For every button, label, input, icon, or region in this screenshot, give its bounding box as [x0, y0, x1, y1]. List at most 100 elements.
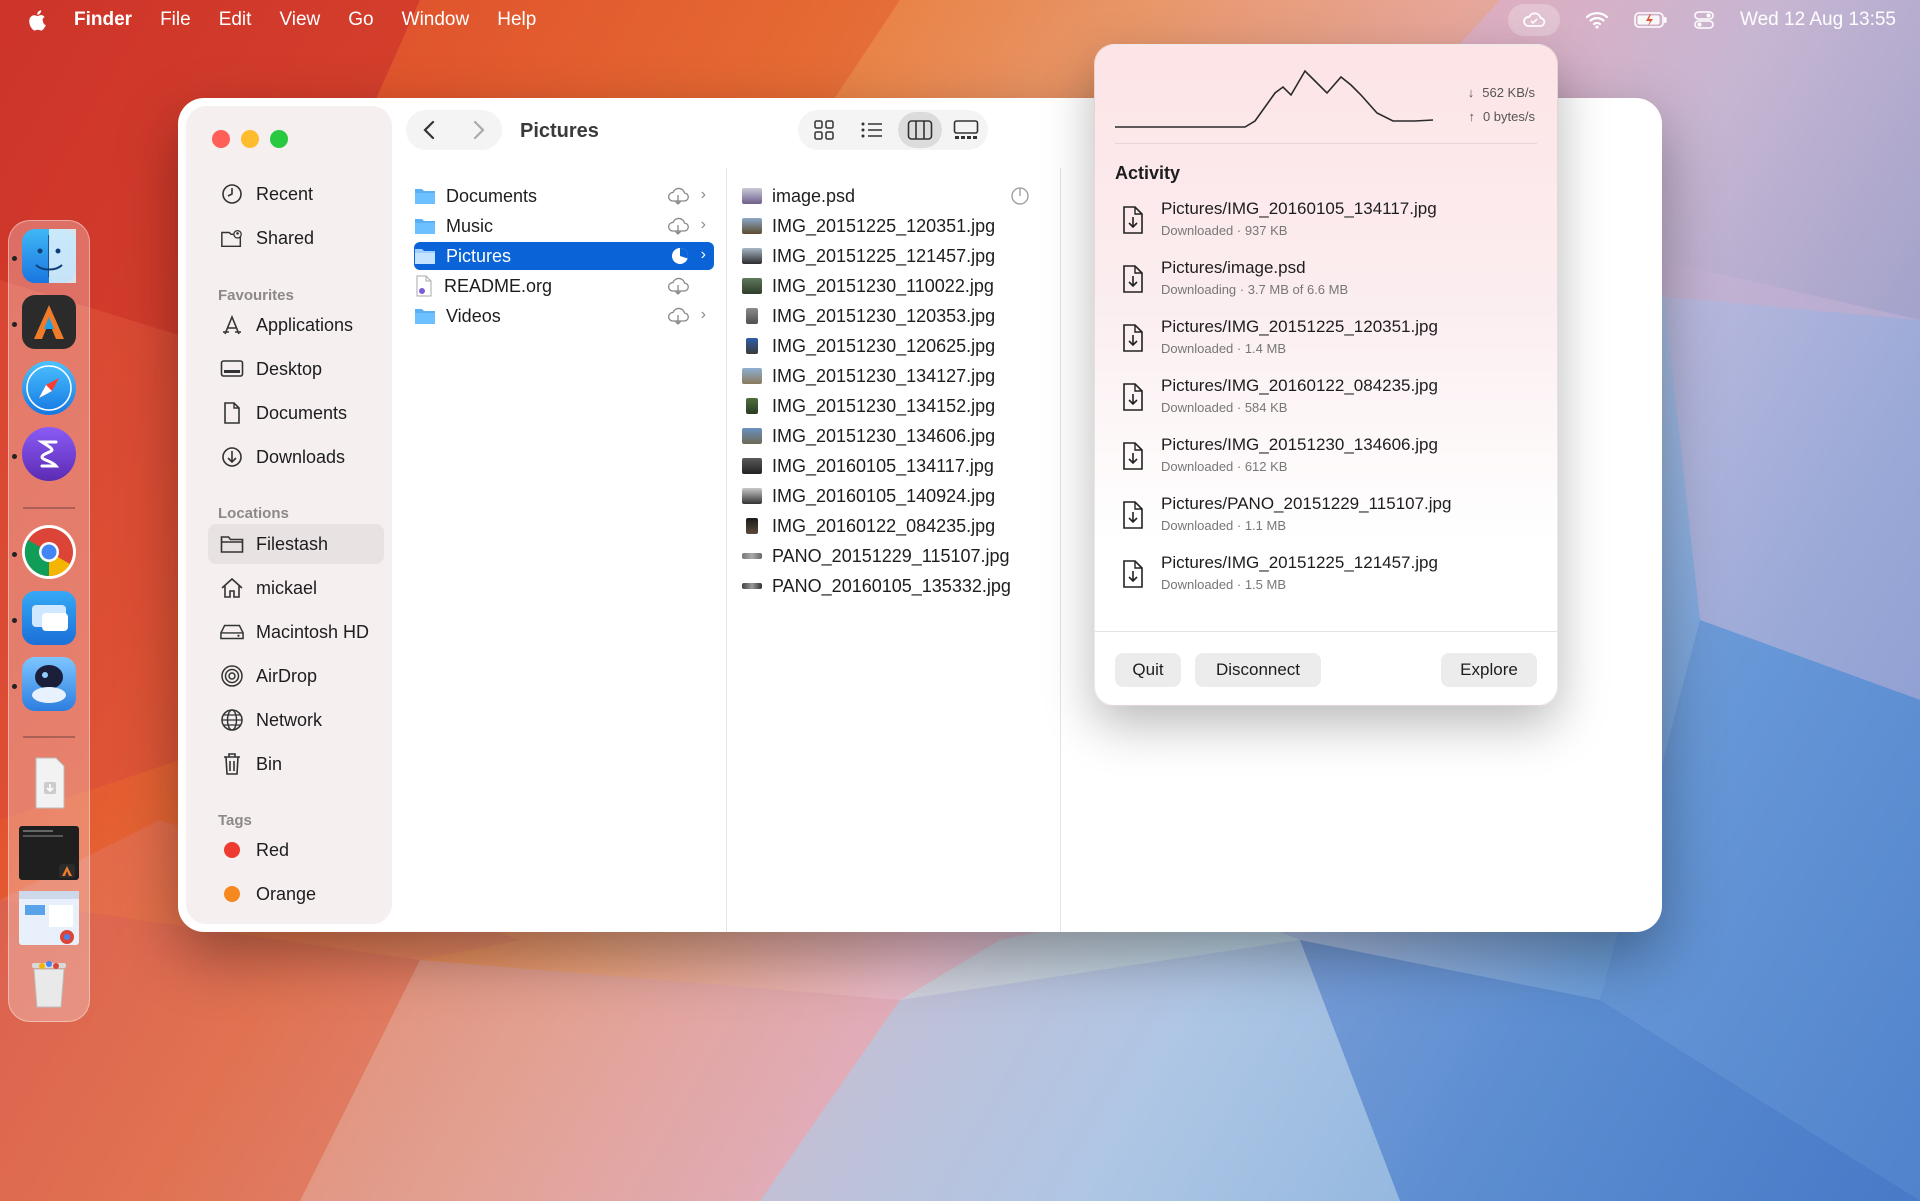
applications-icon [220, 313, 244, 337]
close-window-button[interactable] [212, 130, 230, 148]
battery-icon[interactable] [1634, 12, 1668, 28]
folder-icon [415, 249, 435, 264]
activity-item[interactable]: Pictures/PANO_20151229_115107.jpg Downlo… [1115, 494, 1535, 544]
zoom-window-button[interactable] [270, 130, 288, 148]
cloud-download-icon[interactable] [666, 307, 690, 325]
menu-edit[interactable]: Edit [219, 9, 252, 31]
back-button[interactable] [422, 119, 438, 141]
apple-menu-icon[interactable] [28, 9, 46, 31]
activity-path: Pictures/IMG_20151225_120351.jpg [1161, 317, 1438, 336]
file-row[interactable]: IMG_20151230_120353.jpg [742, 302, 1034, 330]
file-row[interactable]: IMG_20160105_134117.jpg [742, 452, 1034, 480]
file-download-icon [1123, 383, 1143, 411]
activity-item[interactable]: Pictures/IMG_20151225_120351.jpg Downloa… [1115, 317, 1535, 367]
wifi-icon[interactable] [1586, 11, 1608, 29]
filestash-app-icon[interactable] [22, 657, 76, 711]
window-controls [212, 130, 288, 148]
file-row[interactable]: IMG_20151230_134127.jpg [742, 362, 1034, 390]
folder-row-documents[interactable]: Documents › [414, 182, 714, 210]
sidebar-item-mickael[interactable]: mickael [208, 568, 384, 608]
running-indicator [12, 684, 17, 689]
menu-view[interactable]: View [279, 9, 320, 31]
home-icon [220, 576, 244, 600]
window-thumbnail-terminal[interactable] [19, 826, 79, 880]
item-label: Music [446, 215, 494, 236]
file-download-icon [1123, 265, 1143, 293]
menu-help[interactable]: Help [497, 9, 536, 31]
list-view-button[interactable] [850, 112, 894, 148]
forward-button[interactable] [470, 119, 486, 141]
sidebar-item-shared[interactable]: Shared [208, 218, 384, 258]
gallery-view-button[interactable] [944, 112, 988, 148]
menu-app-finder[interactable]: Finder [74, 9, 132, 31]
sidebar-item-recent[interactable]: Recent [208, 174, 384, 214]
menu-go[interactable]: Go [348, 9, 373, 31]
activity-item[interactable]: Pictures/IMG_20151230_134606.jpg Downloa… [1115, 435, 1535, 485]
cloud-download-icon[interactable] [666, 217, 690, 235]
sidebar-item-documents[interactable]: Documents [208, 393, 384, 433]
menu-window[interactable]: Window [402, 9, 470, 31]
activity-status: Downloaded · 1.1 MB [1161, 518, 1287, 533]
file-row[interactable]: PANO_20160105_135332.jpg [742, 572, 1034, 600]
file-row[interactable]: IMG_20160122_084235.jpg [742, 512, 1034, 540]
explore-button[interactable]: Explore [1441, 653, 1537, 687]
popover-footer-divider [1095, 631, 1557, 632]
control-center-icon[interactable] [1694, 11, 1714, 29]
folder-row-pictures[interactable]: Pictures › [414, 242, 714, 270]
file-row-image-psd[interactable]: image.psd [742, 182, 1034, 210]
file-row[interactable]: IMG_20151230_134606.jpg [742, 422, 1034, 450]
activity-item[interactable]: Pictures/IMG_20160105_134117.jpg Downloa… [1115, 199, 1535, 249]
column-view-button[interactable] [898, 112, 942, 148]
menubar-clock[interactable]: Wed 12 Aug 13:55 [1740, 9, 1896, 31]
file-row[interactable]: IMG_20151225_121457.jpg [742, 242, 1034, 270]
activity-item[interactable]: Pictures/IMG_20160122_084235.jpg Downloa… [1115, 376, 1535, 426]
file-row[interactable]: IMG_20151230_134152.jpg [742, 392, 1034, 420]
file-row[interactable]: PANO_20151229_115107.jpg [742, 542, 1034, 570]
activity-item[interactable]: Pictures/image.psd Downloading · 3.7 MB … [1115, 258, 1535, 308]
file-row[interactable]: IMG_20151230_110022.jpg [742, 272, 1034, 300]
disconnect-button[interactable]: Disconnect [1195, 653, 1321, 687]
sidebar-item-airdrop[interactable]: AirDrop [208, 656, 384, 696]
sidebar-tag-orange[interactable]: Orange [208, 874, 384, 914]
emacs-app-icon[interactable] [22, 427, 76, 481]
minimize-window-button[interactable] [241, 130, 259, 148]
globe-icon [220, 708, 244, 732]
file-row[interactable]: IMG_20151230_120625.jpg [742, 332, 1034, 360]
affinity-app-icon[interactable] [22, 295, 76, 349]
sidebar-item-network[interactable]: Network [208, 700, 384, 740]
cloud-download-icon[interactable] [666, 187, 690, 205]
cloud-download-icon[interactable] [666, 277, 690, 295]
sidebar-item-desktop[interactable]: Desktop [208, 349, 384, 389]
sidebar-item-applications[interactable]: Applications [208, 305, 384, 345]
trash-icon[interactable] [22, 957, 76, 1011]
quit-button[interactable]: Quit [1115, 653, 1181, 687]
activity-item[interactable]: Pictures/IMG_20151225_121457.jpg Downloa… [1115, 553, 1535, 603]
folder-row-videos[interactable]: Videos › [414, 302, 714, 330]
chrome-app-icon[interactable] [22, 525, 76, 579]
icon-view-button[interactable] [802, 112, 846, 148]
sidebar-item-label: Bin [256, 753, 283, 774]
file-row[interactable]: IMG_20151225_120351.jpg [742, 212, 1034, 240]
sidebar-tag-red[interactable]: Red [208, 830, 384, 870]
activity-path: Pictures/IMG_20151225_121457.jpg [1161, 553, 1438, 572]
dock-separator [23, 736, 75, 738]
sidebar-item-bin[interactable]: Bin [208, 744, 384, 784]
window-thumbnail-browser[interactable] [19, 891, 79, 945]
remote-desktop-app-icon[interactable] [22, 591, 76, 645]
file-row-readme[interactable]: README.org [414, 272, 714, 300]
downloads-stack-icon[interactable] [22, 756, 76, 810]
finder-app-icon[interactable] [22, 229, 76, 283]
file-row[interactable]: IMG_20160105_140924.jpg [742, 482, 1034, 510]
file-thumbnail [746, 518, 758, 534]
sidebar-item-downloads[interactable]: Downloads [208, 437, 384, 477]
activity-status: Downloaded · 584 KB [1161, 400, 1288, 415]
folder-row-music[interactable]: Music › [414, 212, 714, 240]
cloud-status-icon[interactable] [1508, 4, 1560, 36]
sidebar-item-filestash[interactable]: Filestash [208, 524, 384, 564]
download-progress-icon [1010, 186, 1030, 206]
menu-file[interactable]: File [160, 9, 191, 31]
file-thumbnail [742, 278, 762, 294]
red-tag-dot [224, 842, 240, 858]
sidebar-item-macintosh-hd[interactable]: Macintosh HD [208, 612, 384, 652]
safari-app-icon[interactable] [22, 361, 76, 415]
